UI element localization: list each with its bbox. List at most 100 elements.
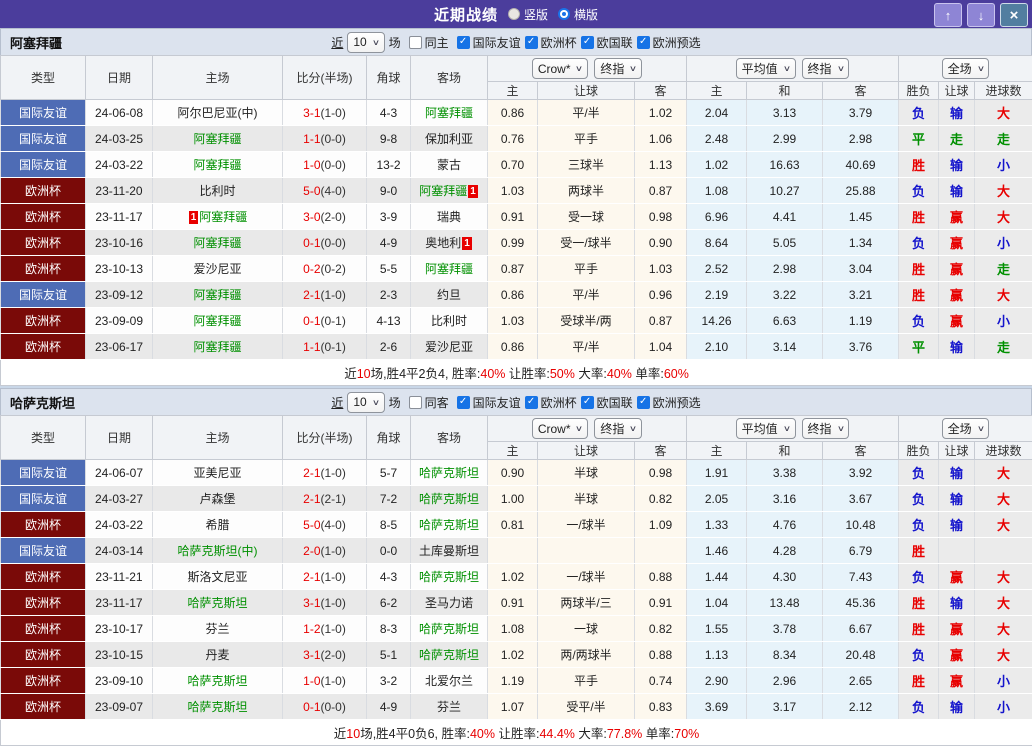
league-filter[interactable]: ✓欧洲预选 bbox=[637, 34, 701, 51]
checkbox-icon[interactable]: ✓ bbox=[581, 396, 594, 409]
window-buttons: ↑ ↓ × bbox=[934, 3, 1028, 27]
checkbox-icon[interactable] bbox=[409, 36, 422, 49]
result-text: 小 bbox=[997, 236, 1010, 251]
checkbox-icon[interactable]: ✓ bbox=[457, 36, 470, 49]
result-text: 大 bbox=[997, 622, 1010, 637]
result-text: 输 bbox=[950, 596, 963, 611]
score-cell: 5-0(4-0) bbox=[283, 178, 367, 204]
same-venue-filter[interactable]: 同客 bbox=[409, 394, 449, 411]
away-team-cell: 阿塞拜疆1 bbox=[411, 178, 488, 204]
checkbox-icon[interactable] bbox=[409, 396, 422, 409]
checkbox-icon[interactable]: ✓ bbox=[637, 36, 650, 49]
avg-home-cell: 2.10 bbox=[687, 334, 747, 360]
away-team-cell: 北爱尔兰 bbox=[411, 668, 488, 694]
result-text: 走 bbox=[997, 262, 1010, 277]
avg-draw-cell: 16.63 bbox=[747, 152, 823, 178]
checkbox-icon[interactable]: ✓ bbox=[581, 36, 594, 49]
match-count-value: 10 bbox=[353, 395, 366, 409]
result-handicap-cell: 赢 bbox=[939, 616, 975, 642]
result-goals-cell: 走 bbox=[975, 256, 1032, 282]
odds-stage-select[interactable]: 终指 ∨ bbox=[594, 418, 642, 439]
odds-stage-select[interactable]: 终指 ∨ bbox=[594, 58, 642, 79]
bookmaker-select[interactable]: Crow* ∨ bbox=[532, 418, 589, 439]
result-text: 赢 bbox=[950, 674, 963, 689]
same-venue-filter[interactable]: 同主 bbox=[409, 34, 449, 51]
team-label: 哈萨克斯坦 bbox=[419, 648, 479, 662]
odds-handicap-cell: 两/两球半 bbox=[538, 642, 635, 668]
result-text: 大 bbox=[997, 596, 1010, 611]
result-outcome-cell: 胜 bbox=[899, 538, 939, 564]
match-count-select[interactable]: 10 ∨ bbox=[347, 32, 384, 53]
checkbox-icon[interactable]: ✓ bbox=[457, 396, 470, 409]
away-team-cell: 哈萨克斯坦 bbox=[411, 642, 488, 668]
radio-selected-icon[interactable] bbox=[558, 8, 570, 20]
odds-home-cell bbox=[488, 538, 538, 564]
move-down-button[interactable]: ↓ bbox=[967, 3, 995, 27]
league-filter[interactable]: ✓欧洲杯 bbox=[525, 394, 577, 411]
team-label: 阿塞拜疆 bbox=[193, 288, 241, 302]
average-stage-select[interactable]: 终指 ∨ bbox=[802, 418, 850, 439]
home-team-cell: 比利时 bbox=[153, 178, 283, 204]
avg-away-cell: 1.34 bbox=[823, 230, 899, 256]
league-filter[interactable]: ✓国际友谊 bbox=[457, 394, 521, 411]
home-team-cell: 阿塞拜疆 bbox=[153, 282, 283, 308]
match-row: 欧洲杯23-10-17芬兰1-2(1-0)8-3哈萨克斯坦1.08一球0.821… bbox=[1, 616, 1032, 642]
move-up-button[interactable]: ↑ bbox=[934, 3, 962, 27]
halftime-score: (1-0) bbox=[321, 288, 346, 302]
team-name: 哈萨克斯坦 bbox=[10, 393, 75, 412]
near-label[interactable]: 近 bbox=[331, 394, 343, 411]
odds-stage-value: 终指 bbox=[600, 420, 624, 437]
result-text: 大 bbox=[997, 570, 1010, 585]
score-cell: 2-1(1-0) bbox=[283, 564, 367, 590]
section-bar: 阿塞拜疆 近 10 ∨ 场 同主 ✓国际友谊✓欧洲杯✓欧国联✓欧洲预选 bbox=[0, 28, 1032, 55]
result-text: 大 bbox=[997, 466, 1010, 481]
result-goals-cell: 走 bbox=[975, 334, 1032, 360]
average-select[interactable]: 平均值 ∨ bbox=[736, 58, 796, 79]
result-text: 胜 bbox=[912, 596, 925, 611]
score-cell: 1-1(0-1) bbox=[283, 334, 367, 360]
close-button[interactable]: × bbox=[1000, 3, 1028, 27]
league-filter[interactable]: ✓欧洲杯 bbox=[525, 34, 577, 51]
team-label: 亚美尼亚 bbox=[193, 466, 241, 480]
checkbox-icon[interactable]: ✓ bbox=[525, 36, 538, 49]
match-count-select[interactable]: 10 ∨ bbox=[347, 392, 384, 413]
result-text: 输 bbox=[950, 340, 963, 355]
col-avg-away: 客 bbox=[823, 442, 899, 460]
halftime-score: (0-0) bbox=[321, 236, 346, 250]
result-handicap-cell: 赢 bbox=[939, 642, 975, 668]
checkbox-icon[interactable]: ✓ bbox=[637, 396, 650, 409]
league-cell: 国际友谊 bbox=[1, 282, 86, 308]
layout-option-horizontal[interactable]: 横版 bbox=[558, 6, 598, 23]
radio-icon[interactable] bbox=[508, 8, 520, 20]
avg-away-cell: 7.43 bbox=[823, 564, 899, 590]
league-filter-label: 欧洲预选 bbox=[653, 34, 701, 51]
result-text: 赢 bbox=[950, 314, 963, 329]
odds-handicap-cell: 一/球半 bbox=[538, 512, 635, 538]
layout-option-vertical[interactable]: 竖版 bbox=[508, 6, 548, 23]
average-select[interactable]: 平均值 ∨ bbox=[736, 418, 796, 439]
league-filter[interactable]: ✓欧国联 bbox=[581, 394, 633, 411]
league-filter[interactable]: ✓欧洲预选 bbox=[637, 394, 701, 411]
away-team-cell: 阿塞拜疆 bbox=[411, 256, 488, 282]
match-scope-select[interactable]: 全场 ∨ bbox=[942, 418, 990, 439]
checkbox-icon[interactable]: ✓ bbox=[525, 396, 538, 409]
odds-away-cell: 1.06 bbox=[635, 126, 687, 152]
result-text: 赢 bbox=[950, 210, 963, 225]
result-handicap-cell: 输 bbox=[939, 334, 975, 360]
col-avg-home: 主 bbox=[687, 82, 747, 100]
fulltime-score: 2-1 bbox=[303, 492, 320, 506]
score-cell: 0-1(0-0) bbox=[283, 230, 367, 256]
team-name: 阿塞拜疆 bbox=[10, 33, 62, 52]
summary-segment: 单率: bbox=[642, 727, 674, 741]
odds-home-cell: 1.02 bbox=[488, 564, 538, 590]
league-filter[interactable]: ✓欧国联 bbox=[581, 34, 633, 51]
recent-results-window: 近期战绩 竖版 横版 ↑ ↓ × 阿塞拜疆 近 10 ∨ bbox=[0, 0, 1032, 746]
bookmaker-select[interactable]: Crow* ∨ bbox=[532, 58, 589, 79]
result-outcome-cell: 胜 bbox=[899, 616, 939, 642]
average-stage-select[interactable]: 终指 ∨ bbox=[802, 58, 850, 79]
near-label[interactable]: 近 bbox=[331, 34, 343, 51]
match-scope-select[interactable]: 全场 ∨ bbox=[942, 58, 990, 79]
league-filter[interactable]: ✓国际友谊 bbox=[457, 34, 521, 51]
same-venue-label: 同客 bbox=[425, 394, 449, 411]
away-team-cell: 保加利亚 bbox=[411, 126, 488, 152]
